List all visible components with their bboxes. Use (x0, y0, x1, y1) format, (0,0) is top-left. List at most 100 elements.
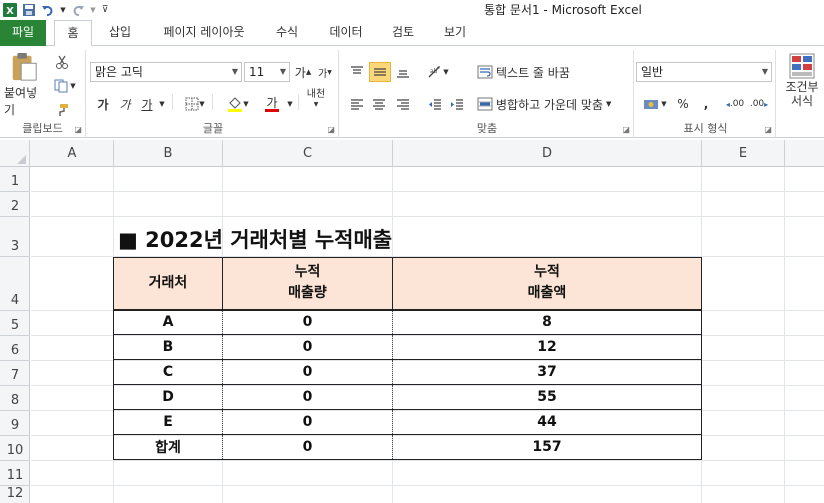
increase-indent-button[interactable] (447, 94, 467, 114)
tab-review[interactable]: 검토 (388, 20, 418, 46)
tab-file[interactable]: 파일 (0, 20, 46, 46)
fill-color-button[interactable]: ▼ (224, 94, 252, 114)
redo-icon[interactable] (70, 2, 86, 18)
underline-dropdown-icon[interactable]: ▼ (158, 94, 166, 114)
total-amount[interactable]: 157 (392, 434, 702, 460)
conditional-formatting-button[interactable]: 조건부 서식 (782, 52, 822, 122)
row-header[interactable]: 2 (0, 192, 30, 217)
font-launcher-icon[interactable]: ◪ (327, 125, 335, 134)
cell-quantity[interactable]: 0 (222, 409, 393, 435)
separator (298, 94, 299, 110)
comma-button[interactable]: , (698, 94, 714, 114)
cell-client[interactable]: A (113, 309, 223, 335)
cell-quantity[interactable]: 0 (222, 334, 393, 360)
header-client[interactable]: 거래처 (113, 257, 223, 311)
underline-button[interactable]: 가 (138, 94, 156, 114)
shrink-font-button[interactable]: 가 ▼ (316, 62, 334, 82)
font-size-value: 11 (249, 65, 265, 79)
font-color-button[interactable]: 가 (258, 94, 286, 114)
row-header[interactable]: 6 (0, 336, 30, 361)
italic-button[interactable]: 가 (116, 94, 134, 114)
column-header-e[interactable]: E (702, 140, 785, 167)
align-center-button[interactable] (369, 94, 389, 114)
undo-icon[interactable] (40, 2, 56, 18)
copy-icon[interactable]: ▼ (52, 76, 78, 96)
undo-dropdown-icon[interactable]: ▼ (59, 2, 67, 18)
cell-client[interactable]: D (113, 384, 223, 410)
row-header[interactable]: 9 (0, 411, 30, 436)
row-header[interactable]: 5 (0, 311, 30, 336)
borders-icon (185, 97, 199, 111)
cell-amount[interactable]: 8 (392, 309, 702, 335)
align-left-button[interactable] (347, 94, 367, 114)
wrap-text-button[interactable]: 텍스트 줄 바꿈 (477, 62, 587, 82)
customize-icon[interactable]: ⊽ (100, 2, 110, 18)
font-color-dropdown-icon[interactable]: ▼ (286, 94, 294, 114)
ribbon-tabs: 파일 홈 삽입 페이지 레이아웃 수식 데이터 검토 보기 (0, 20, 824, 47)
phonetic-button[interactable]: 내천 ▼ (302, 90, 330, 110)
accounting-format-button[interactable]: ▼ (640, 94, 670, 114)
header-amount[interactable]: 누적 매출액 (392, 257, 702, 311)
cut-icon[interactable] (52, 52, 72, 72)
row-header[interactable]: 10 (0, 436, 30, 461)
cell-amount[interactable]: 55 (392, 384, 702, 410)
select-all-button[interactable] (0, 140, 30, 167)
row-header[interactable]: 4 (0, 257, 30, 311)
row-header[interactable]: 12 (0, 486, 30, 503)
format-painter-icon[interactable] (52, 100, 72, 120)
tab-view[interactable]: 보기 (440, 20, 470, 46)
grow-font-button[interactable]: 가 ▲ (294, 62, 312, 82)
cell-quantity[interactable]: 0 (222, 384, 393, 410)
decrease-decimal-button[interactable]: .00 ▸ (748, 94, 770, 114)
decrease-indent-button[interactable] (425, 94, 445, 114)
column-header-c[interactable]: C (223, 140, 393, 167)
borders-button[interactable]: ▼ (182, 94, 208, 114)
clipboard-launcher-icon[interactable]: ◪ (74, 125, 82, 134)
sheet-title[interactable]: ■ 2022년 거래처별 누적매출 (118, 224, 392, 254)
column-header-b[interactable]: B (114, 140, 223, 167)
orientation-button[interactable]: ab ▼ (425, 62, 451, 82)
column-header-a[interactable]: A (31, 140, 114, 167)
tab-page-layout[interactable]: 페이지 레이아웃 (158, 20, 250, 46)
tab-data[interactable]: 데이터 (326, 20, 366, 46)
cell-amount[interactable]: 12 (392, 334, 702, 360)
align-bottom-button[interactable] (393, 62, 413, 82)
cell-client[interactable]: B (113, 334, 223, 360)
font-size-select[interactable]: 11 ▼ (244, 62, 290, 82)
row-header[interactable]: 8 (0, 386, 30, 411)
cell-amount[interactable]: 44 (392, 409, 702, 435)
paste-button[interactable]: 붙여넣기 (4, 52, 44, 118)
excel-icon[interactable]: X (2, 2, 18, 18)
merge-center-button[interactable]: 병합하고 가운데 맞춤 ▼ (477, 94, 627, 114)
total-label[interactable]: 합계 (113, 434, 223, 460)
cell-quantity[interactable]: 0 (222, 309, 393, 335)
increase-decimal-button[interactable]: ◂ .00 (724, 94, 746, 114)
column-header-f[interactable] (785, 140, 824, 167)
align-right-button[interactable] (393, 94, 413, 114)
tab-home[interactable]: 홈 (54, 20, 92, 47)
row-header[interactable]: 11 (0, 461, 30, 486)
bold-button[interactable]: 가 (94, 94, 112, 114)
total-quantity[interactable]: 0 (222, 434, 393, 460)
redo-dropdown-icon[interactable]: ▼ (89, 2, 97, 18)
column-header-d[interactable]: D (393, 140, 702, 167)
cell-client[interactable]: C (113, 359, 223, 385)
tab-formulas[interactable]: 수식 (272, 20, 302, 46)
cell-client[interactable]: E (113, 409, 223, 435)
percent-button[interactable]: % (674, 94, 692, 114)
align-middle-button[interactable] (369, 62, 391, 82)
row-header[interactable]: 7 (0, 361, 30, 386)
alignment-launcher-icon[interactable]: ◪ (622, 125, 630, 134)
align-top-button[interactable] (347, 62, 367, 82)
tab-insert[interactable]: 삽입 (104, 20, 136, 46)
increase-decimal-label: .00 (729, 99, 745, 109)
cell-quantity[interactable]: 0 (222, 359, 393, 385)
row-header[interactable]: 1 (0, 167, 30, 192)
row-header[interactable]: 3 (0, 217, 30, 257)
number-format-select[interactable]: 일반 ▼ (636, 62, 772, 82)
cell-amount[interactable]: 37 (392, 359, 702, 385)
font-name-select[interactable]: 맑은 고딕 ▼ (90, 62, 242, 82)
header-quantity[interactable]: 누적 매출량 (222, 257, 393, 311)
save-icon[interactable] (21, 2, 37, 18)
number-launcher-icon[interactable]: ◪ (764, 125, 772, 134)
